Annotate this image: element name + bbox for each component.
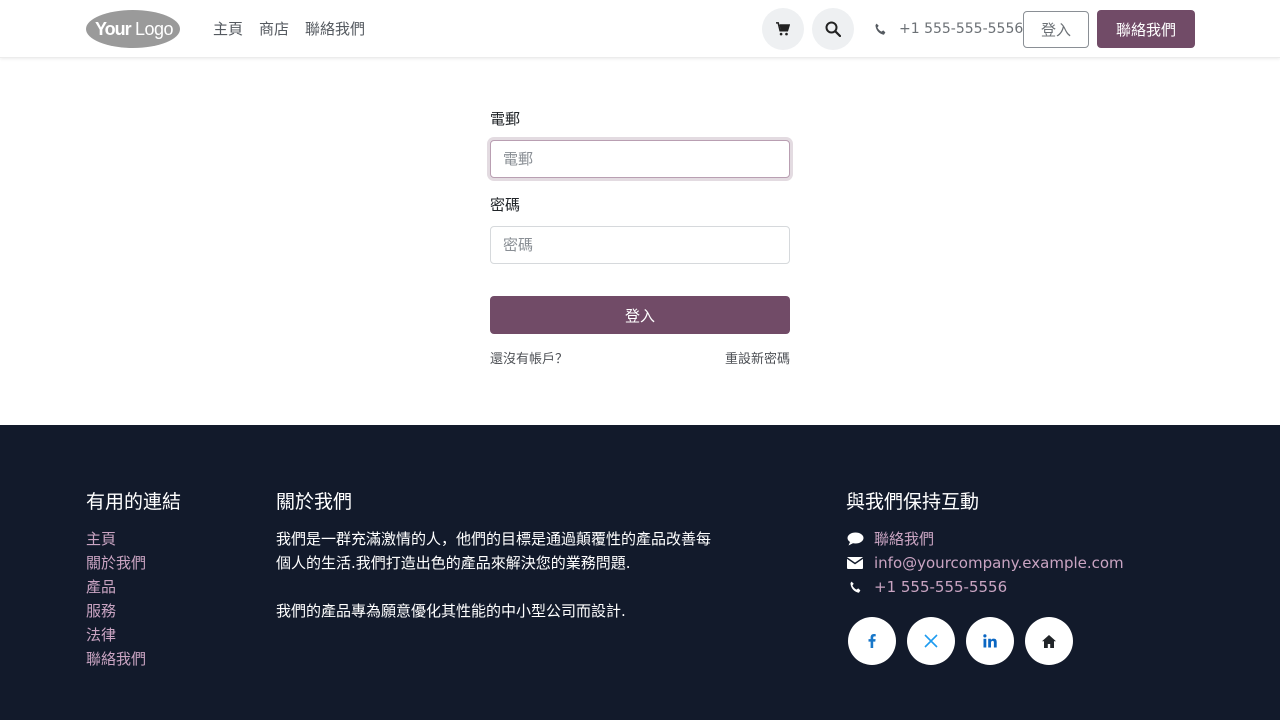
cart-icon: [776, 22, 790, 36]
login-submit-button[interactable]: 登入: [490, 296, 790, 334]
footer-about-title: 關於我們: [276, 491, 353, 513]
cart-button[interactable]: [762, 8, 804, 50]
footer-link-legal[interactable]: 法律: [86, 623, 181, 647]
footer-about-text-2: 我們的產品專為願意優化其性能的中小型公司而設計.: [276, 602, 626, 620]
footer-link-services[interactable]: 服務: [86, 599, 181, 623]
comment-icon: [846, 532, 864, 546]
email-input[interactable]: [490, 140, 790, 178]
nav-item-shop[interactable]: 商店: [259, 19, 289, 39]
linkedin-icon: [983, 634, 997, 648]
svg-text:Your: Your: [95, 19, 132, 39]
footer-about-text-1: 我們是一群充滿激情的人，他們的目標是通過顛覆性的產品改善每個人的生活.我們打造出…: [276, 530, 712, 572]
footer-link-home[interactable]: 主頁: [86, 527, 181, 551]
svg-text:Logo: Logo: [135, 19, 174, 39]
envelope-icon: [846, 557, 864, 569]
nav-item-contact[interactable]: 聯絡我們: [305, 19, 365, 39]
facebook-icon: [868, 634, 876, 648]
footer-contact-title: 與我們保持互動: [846, 491, 980, 513]
site-header: Your Logo 主頁 商店 聯絡我們 +1 555-555-5556 登入 …: [0, 0, 1280, 58]
social-links: [848, 617, 1124, 665]
footer-links-title: 有用的連結: [86, 491, 182, 513]
footer-contact-link[interactable]: 聯絡我們: [874, 527, 934, 551]
header-login-button[interactable]: 登入: [1023, 11, 1089, 48]
signup-link[interactable]: 還沒有帳戶？: [490, 348, 568, 367]
search-icon: [825, 21, 841, 37]
phone-icon: [875, 23, 886, 35]
linkedin-button[interactable]: [966, 617, 1014, 665]
footer-contact-row: 聯絡我們: [846, 527, 1124, 551]
footer-contact: 與我們保持互動 聯絡我們 info@yourcompany.example.co…: [846, 489, 1124, 665]
site-footer: 有用的連結 主頁 關於我們 產品 服務 法律 聯絡我們 關於我們 我們是一群充滿…: [0, 425, 1280, 720]
password-input[interactable]: [490, 226, 790, 264]
x-twitter-button[interactable]: [907, 617, 955, 665]
facebook-button[interactable]: [848, 617, 896, 665]
reset-password-link[interactable]: 重設新密碼: [725, 348, 790, 367]
footer-email-row: info@yourcompany.example.com: [846, 551, 1124, 575]
footer-link-products[interactable]: 產品: [86, 575, 181, 599]
main-nav: 主頁 商店 聯絡我們: [213, 19, 365, 39]
home-button[interactable]: [1025, 617, 1073, 665]
nav-item-home[interactable]: 主頁: [213, 19, 243, 39]
footer-useful-links: 有用的連結 主頁 關於我們 產品 服務 法律 聯絡我們: [86, 489, 181, 671]
x-twitter-icon: [924, 634, 938, 648]
phone-icon: [846, 581, 864, 594]
password-label: 密碼: [490, 196, 521, 214]
footer-about: 關於我們 我們是一群充滿激情的人，他們的目標是通過顛覆性的產品改善每個人的生活.…: [276, 489, 716, 623]
header-phone-number: +1 555-555-5556: [899, 21, 1024, 37]
header-phone[interactable]: +1 555-555-5556: [874, 20, 1023, 38]
footer-link-contact[interactable]: 聯絡我們: [86, 647, 181, 671]
email-label: 電郵: [490, 110, 521, 128]
home-icon: [1042, 634, 1056, 648]
footer-link-about[interactable]: 關於我們: [86, 551, 181, 575]
login-links: 還沒有帳戶？ 重設新密碼: [490, 348, 790, 367]
footer-phone-row: +1 555-555-5556: [846, 575, 1124, 599]
search-button[interactable]: [812, 8, 854, 50]
header-contact-button[interactable]: 聯絡我們: [1097, 10, 1195, 48]
site-logo[interactable]: Your Logo: [85, 9, 181, 49]
footer-email-link[interactable]: info@yourcompany.example.com: [874, 551, 1124, 575]
footer-phone-link[interactable]: +1 555-555-5556: [874, 575, 1007, 599]
